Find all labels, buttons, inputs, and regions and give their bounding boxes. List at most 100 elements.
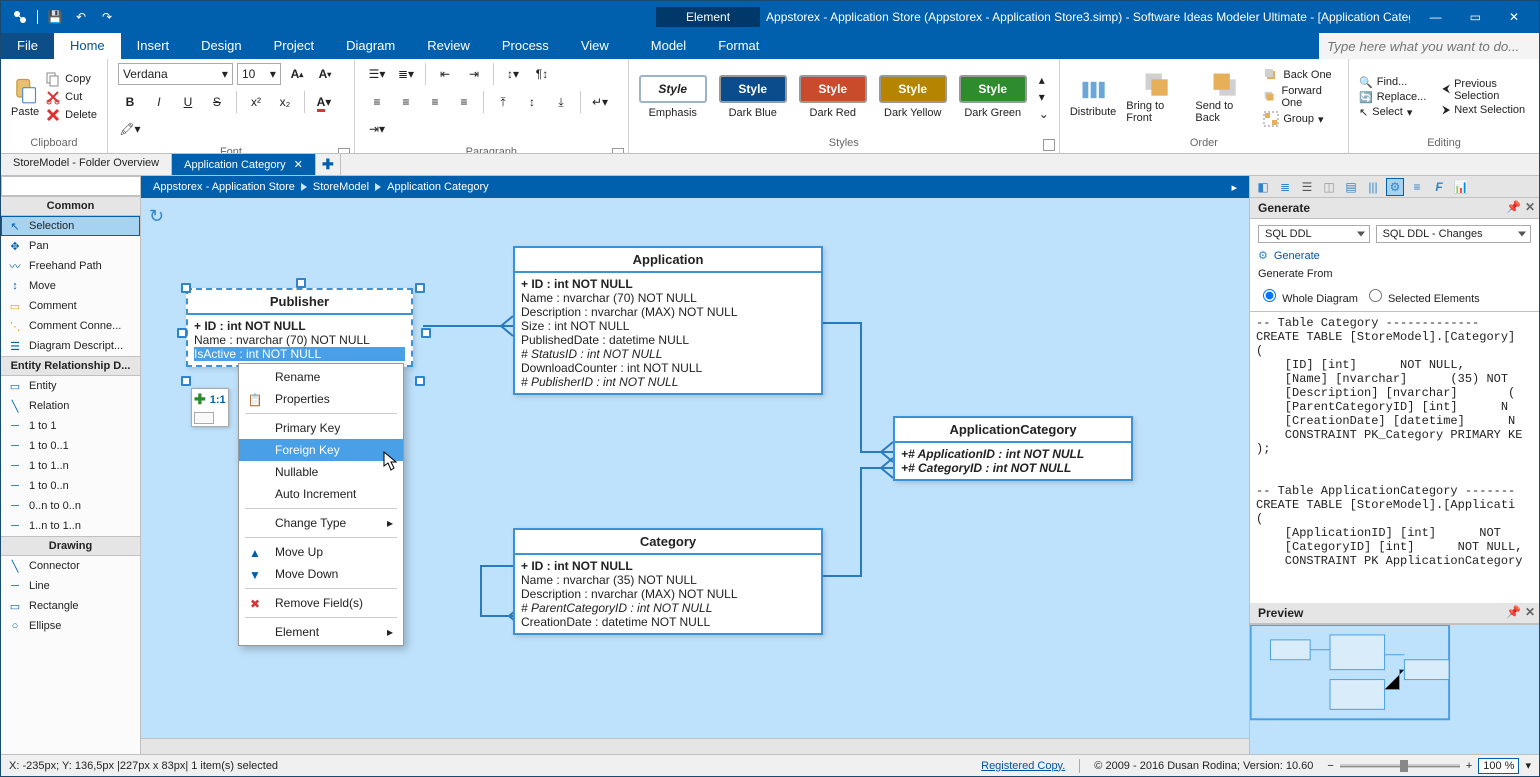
tool-freehand[interactable]: 〰Freehand Path	[1, 256, 140, 276]
cm-nullable[interactable]: Nullable	[239, 461, 403, 483]
entity-publisher[interactable]: Publisher + ID : int NOT NULL Name : nva…	[186, 288, 413, 367]
attr-row[interactable]: + ID : int NOT NULL	[521, 559, 815, 573]
bring-front-button[interactable]: Bring to Front	[1126, 70, 1185, 124]
pin-icon[interactable]: 📌	[1506, 200, 1521, 214]
menu-process[interactable]: Process	[486, 33, 565, 59]
valign-top-icon[interactable]: ⤒	[491, 91, 515, 113]
tool-line[interactable]: ─Line	[1, 576, 140, 596]
font-color-icon[interactable]: A▾	[312, 91, 336, 113]
close-button[interactable]: ✕	[1509, 10, 1519, 24]
relationship-popup[interactable]: ✚1:1	[191, 388, 229, 427]
tool-comment-conn[interactable]: ⋱Comment Conne...	[1, 316, 140, 336]
valign-mid-icon[interactable]: ↕	[520, 91, 544, 113]
breadcrumb-scroll-right-icon[interactable]: ▸	[1231, 181, 1237, 194]
radio-selected-elements[interactable]: Selected Elements	[1364, 286, 1480, 305]
find-button[interactable]: 🔍Find...	[1359, 76, 1426, 89]
attr-row[interactable]: # PublisherID : int NOT NULL	[521, 375, 815, 389]
tool-0nto0n[interactable]: ─0..n to 0..n	[1, 496, 140, 516]
panel-icon-8[interactable]: ≡	[1408, 178, 1426, 196]
attr-row[interactable]: # StatusID : int NOT NULL	[521, 347, 815, 361]
font-size-combo[interactable]: 10▾	[237, 63, 281, 85]
menu-view[interactable]: View	[565, 33, 625, 59]
style-darkgreen[interactable]: StyleDark Green	[959, 75, 1027, 119]
panel-icon-3[interactable]: ☰	[1298, 178, 1316, 196]
close-tab-icon[interactable]: ✕	[294, 158, 303, 171]
resize-handle[interactable]	[415, 283, 425, 293]
attr-row[interactable]: +# CategoryID : int NOT NULL	[901, 461, 1125, 475]
prev-selection-button[interactable]: ⮜Previous Selection	[1442, 78, 1529, 102]
resize-handle[interactable]	[421, 328, 431, 338]
paste-button[interactable]: Paste	[11, 76, 39, 118]
resize-handle[interactable]	[415, 376, 425, 386]
save-icon[interactable]: 💾	[46, 8, 64, 26]
tool-connector[interactable]: ╲Connector	[1, 556, 140, 576]
style-emphasis[interactable]: StyleEmphasis	[639, 75, 707, 119]
tool-1to1n[interactable]: ─1 to 1..n	[1, 456, 140, 476]
generate-lang-combo[interactable]: SQL DDL	[1258, 225, 1370, 243]
menu-project[interactable]: Project	[258, 33, 330, 59]
toolbox-header-drawing[interactable]: Drawing	[1, 536, 140, 556]
panel-icon-4[interactable]: ◫	[1320, 178, 1338, 196]
style-scroll-down-icon[interactable]: ▾	[1039, 90, 1049, 104]
generate-link[interactable]: Generate	[1274, 250, 1320, 262]
tool-rectangle[interactable]: ▭Rectangle	[1, 596, 140, 616]
tool-relation[interactable]: ╲Relation	[1, 396, 140, 416]
tool-move[interactable]: ↕Move	[1, 276, 140, 296]
style-darkyellow[interactable]: StyleDark Yellow	[879, 75, 947, 119]
style-scroll-up-icon[interactable]: ▴	[1039, 73, 1049, 87]
outdent-icon[interactable]: ⇤	[433, 63, 457, 85]
distribute-button[interactable]: Distribute	[1070, 76, 1116, 118]
menu-format[interactable]: Format	[702, 33, 775, 59]
entity-application[interactable]: Application + ID : int NOT NULL Name : n…	[513, 246, 823, 395]
cm-foreign-key[interactable]: Foreign Key	[239, 439, 403, 461]
attr-row[interactable]: +# ApplicationID : int NOT NULL	[901, 447, 1125, 461]
tab-store-model[interactable]: StoreModel - Folder Overview	[1, 154, 172, 175]
highlight-color-icon[interactable]: 🖍▾	[118, 118, 142, 140]
styles-dialog-launcher[interactable]	[1043, 139, 1055, 151]
attr-row[interactable]: Description : nvarchar (MAX) NOT NULL	[521, 305, 815, 319]
tool-ellipse[interactable]: ○Ellipse	[1, 616, 140, 636]
panel-icon-1[interactable]: ◧	[1254, 178, 1272, 196]
style-darkblue[interactable]: StyleDark Blue	[719, 75, 787, 119]
forward-one-button[interactable]: Forward One	[1263, 85, 1338, 109]
refresh-diagram-icon[interactable]: ↻	[149, 206, 164, 227]
minimize-button[interactable]: —	[1430, 10, 1442, 24]
tool-1to1[interactable]: ─1 to 1	[1, 416, 140, 436]
generate-template-combo[interactable]: SQL DDL - Changes	[1376, 225, 1531, 243]
bc-model[interactable]: StoreModel	[313, 181, 369, 193]
bold-icon[interactable]: B	[118, 91, 142, 113]
cm-change-type[interactable]: Change Type	[239, 512, 403, 534]
paraspacing-icon[interactable]: ¶↕	[530, 63, 554, 85]
cm-primary-key[interactable]: Primary Key	[239, 417, 403, 439]
entity-category[interactable]: Category + ID : int NOT NULL Name : nvar…	[513, 528, 823, 635]
attr-row[interactable]: Name : nvarchar (35) NOT NULL	[521, 573, 815, 587]
add-relation-icon[interactable]: ✚	[194, 391, 206, 408]
underline-icon[interactable]: U	[176, 91, 200, 113]
copy-button[interactable]: Copy	[45, 71, 97, 87]
toolbox-search-input[interactable]	[1, 176, 141, 196]
replace-button[interactable]: 🔄Replace...	[1359, 91, 1426, 104]
panel-icon-10[interactable]: 📊	[1452, 178, 1470, 196]
undo-icon[interactable]: ↶	[72, 8, 90, 26]
style-darkred[interactable]: StyleDark Red	[799, 75, 867, 119]
tell-me-search[interactable]	[1319, 33, 1539, 59]
panel-icon-generate[interactable]: ⚙	[1386, 178, 1404, 196]
font-family-combo[interactable]: Verdana▾	[118, 63, 233, 85]
bullets-icon[interactable]: ☰▾	[365, 63, 389, 85]
attr-row[interactable]: + ID : int NOT NULL	[521, 277, 815, 291]
tool-1nto1n[interactable]: ─1..n to 1..n	[1, 516, 140, 536]
cm-move-down[interactable]: ▼Move Down	[239, 563, 403, 585]
tab-application-category[interactable]: Application Category✕	[172, 154, 316, 175]
align-center-icon[interactable]: ≡	[394, 91, 418, 113]
wrap-icon[interactable]: ↵▾	[588, 91, 612, 113]
style-gallery-icon[interactable]: ⌄	[1039, 107, 1049, 121]
tool-1to0n[interactable]: ─1 to 0..n	[1, 476, 140, 496]
next-selection-button[interactable]: ⮞Next Selection	[1442, 104, 1529, 117]
app-icon[interactable]	[11, 8, 29, 26]
menu-home[interactable]: Home	[54, 33, 121, 59]
pin-icon[interactable]: 📌	[1506, 605, 1521, 619]
tool-pan[interactable]: ✥Pan	[1, 236, 140, 256]
panel-icon-6[interactable]: |||	[1364, 178, 1382, 196]
zoom-dropdown-icon[interactable]: ▾	[1525, 759, 1531, 772]
attr-row[interactable]: PublishedDate : datetime NULL	[521, 333, 815, 347]
